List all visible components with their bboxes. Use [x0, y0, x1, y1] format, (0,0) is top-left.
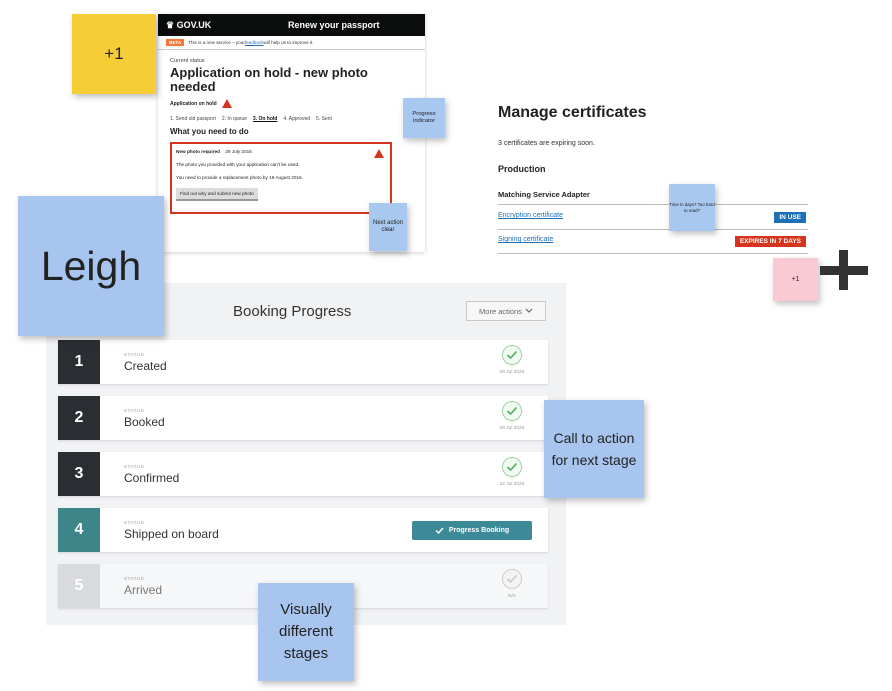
stage-number: 2	[58, 396, 100, 440]
submit-photo-button[interactable]: Find out why and submit new photo	[176, 188, 258, 201]
beta-tag: BETA	[166, 39, 185, 46]
stage-number: 3	[58, 452, 100, 496]
stage-row-created: 1 STATUS Created 09 Jul 2020	[58, 340, 548, 384]
stage-label: Arrived	[124, 583, 163, 597]
sticky-note-plus-one: +1	[72, 14, 156, 94]
progress-steps: 1. Send old passport 2. In queue 3. On h…	[170, 116, 425, 122]
stage-row-confirmed: 3 STATUS Confirmed 22 Jul 2020	[58, 452, 548, 496]
more-actions-label: More actions	[479, 306, 522, 316]
gov-logo[interactable]: ♛ GOV.UK	[166, 20, 246, 31]
page-title: Application on hold - new photo needed	[170, 65, 368, 94]
status-subheading: Application on hold	[170, 99, 425, 108]
adapter-heading: Matching Service Adapter	[498, 190, 590, 199]
check-circle-icon	[502, 401, 522, 421]
check-icon	[435, 527, 444, 534]
plus-icon	[820, 250, 868, 290]
progress-booking-label: Progress Booking	[448, 527, 510, 534]
more-actions-dropdown[interactable]: More actions	[466, 301, 546, 321]
step-1: 1. Send old passport	[170, 116, 216, 122]
stage-date: 09 Jul 2020	[499, 370, 525, 375]
status-caption: STATUS	[124, 464, 145, 469]
stage-label: Created	[124, 359, 167, 373]
sticky-note-visually-different: Visually different stages	[258, 583, 354, 681]
stage-label: Shipped on board	[124, 527, 219, 541]
encryption-certificate-link[interactable]: Encryption certificate	[498, 212, 563, 219]
status-caption: Current status	[170, 58, 205, 64]
stage-date: 22 Jul 2020	[499, 482, 525, 487]
alert-date: 29 July 2016	[225, 149, 252, 154]
environment-heading: Production	[498, 164, 546, 174]
stage-label: Confirmed	[124, 471, 180, 485]
divider	[498, 253, 808, 254]
progress-booking-button[interactable]: Progress Booking	[412, 521, 532, 540]
in-use-badge: IN USE	[774, 212, 806, 223]
status-caption: STATUS	[124, 352, 145, 357]
alert-line-2: You need to provide a replacement photo …	[176, 175, 304, 180]
alert-line-1: The photo you provided with your applica…	[176, 162, 300, 167]
beta-text-before: This is a new service – your	[188, 40, 245, 45]
step-4: 4. Approved	[283, 116, 311, 122]
stage-row-booked: 2 STATUS Booked 09 Jul 2020	[58, 396, 548, 440]
sticky-note-plus-one-pink: +1	[773, 258, 818, 301]
step-2: 2. In queue	[221, 116, 247, 122]
status-caption: STATUS	[124, 576, 145, 581]
booking-title: Booking Progress	[233, 303, 352, 320]
check-circle-icon	[502, 345, 522, 365]
beta-text-after: will help us to improve it.	[263, 40, 314, 45]
step-5: 5. Sent	[316, 116, 332, 122]
stage-number: 1	[58, 340, 100, 384]
check-circle-icon	[502, 457, 522, 477]
beta-banner: BETA This is a new service – your feedba…	[158, 36, 425, 50]
sticky-note-call-to-action: Call to action for next stage	[544, 400, 644, 498]
alert-title: New photo required	[176, 149, 221, 154]
divider	[498, 229, 808, 230]
chevron-down-icon	[525, 308, 533, 313]
status-caption: STATUS	[124, 408, 145, 413]
stage-date: N/A	[508, 594, 516, 599]
stage-number: 4	[58, 508, 100, 552]
stage-row-shipped: 4 STATUS Shipped on board Progress Booki…	[58, 508, 548, 552]
service-name[interactable]: Renew your passport	[288, 20, 380, 30]
status-subheading-text: Application on hold	[170, 100, 217, 107]
sticky-note-days: Time in days? Too hard to read?	[669, 184, 715, 231]
sticky-note-leigh: Leigh	[18, 196, 164, 336]
section-heading: What you need to do	[170, 127, 249, 136]
certificates-summary: 3 certificates are expiring soon.	[498, 140, 595, 147]
feedback-link[interactable]: feedback	[245, 40, 264, 45]
alert-title-line: New photo required 29 July 2016	[176, 149, 386, 154]
stage-date: 09 Jul 2020	[499, 426, 525, 431]
warning-icon	[374, 149, 384, 158]
sticky-note-next-action: Next action clear	[369, 203, 407, 251]
step-3-current: 3. On hold	[252, 116, 278, 122]
action-alert: New photo required 29 July 2016 The phot…	[170, 142, 392, 214]
warning-icon	[221, 99, 232, 108]
divider	[498, 204, 808, 205]
stage-label: Booked	[124, 415, 165, 429]
gov-header: ♛ GOV.UK Renew your passport	[158, 14, 425, 36]
signing-certificate-link[interactable]: Signing certificate	[498, 236, 553, 243]
stage-number: 5	[58, 564, 100, 608]
check-circle-icon	[502, 569, 522, 589]
expiry-badge: EXPIRES IN 7 DAYS	[734, 236, 806, 247]
certificates-title: Manage certificates	[498, 104, 647, 121]
status-caption: STATUS	[124, 520, 145, 525]
sticky-note-progress-indicator: Progress indicator	[403, 98, 445, 138]
certificates-panel: Manage certificates 3 certificates are e…	[488, 98, 810, 256]
